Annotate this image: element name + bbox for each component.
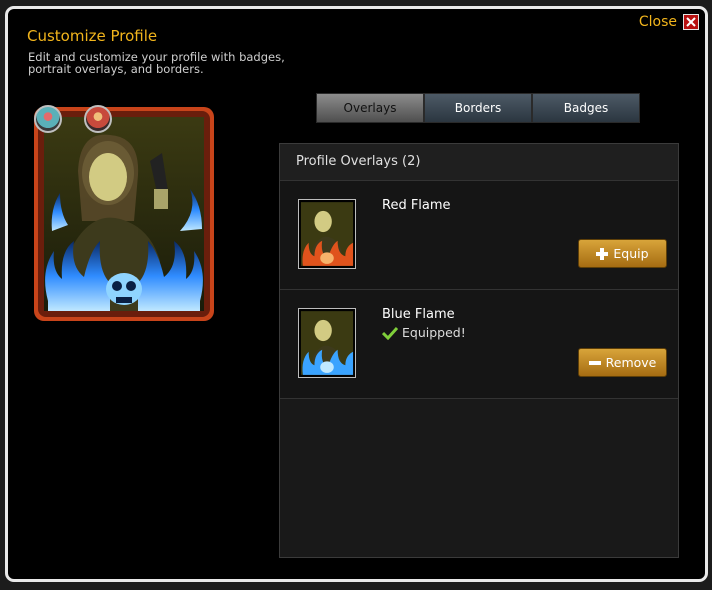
close-button[interactable]: Close	[639, 14, 699, 30]
overlay-name: Red Flame	[382, 198, 451, 213]
profile-portrait	[34, 107, 214, 321]
tab-borders[interactable]: Borders	[424, 93, 532, 123]
blue-flame-thumbnail	[298, 308, 356, 378]
remove-button[interactable]: Remove	[578, 348, 667, 377]
equipped-label: Equipped!	[402, 325, 466, 340]
tab-badges[interactable]: Badges	[532, 93, 640, 123]
close-label: Close	[638, 14, 677, 30]
checkmark-icon	[382, 326, 398, 340]
minus-icon	[588, 360, 601, 365]
plus-icon	[596, 247, 609, 260]
list-item: Red Flame Equip	[280, 181, 678, 290]
overlay-name: Blue Flame	[382, 307, 455, 322]
customize-profile-dialog: Customize Profile Edit and customize you…	[5, 6, 708, 582]
overlays-panel: Profile Overlays (2) Red Flame Equip Blu…	[279, 143, 679, 558]
panel-header: Profile Overlays (2)	[280, 144, 678, 181]
close-icon	[683, 14, 699, 30]
badge-icon[interactable]	[84, 105, 112, 133]
dialog-title: Customize Profile	[27, 27, 158, 45]
equip-button[interactable]: Equip	[578, 239, 667, 268]
equipped-status: Equipped!	[382, 325, 466, 340]
red-flame-thumbnail	[298, 199, 356, 269]
list-item: Blue Flame Equipped! Remove	[280, 290, 678, 399]
tab-bar: Overlays Borders Badges	[316, 93, 640, 123]
equip-button-label: Equip	[613, 246, 649, 261]
dialog-subtitle: Edit and customize your profile with bad…	[28, 50, 285, 76]
badge-icon[interactable]	[34, 105, 62, 133]
tab-overlays[interactable]: Overlays	[316, 93, 424, 123]
remove-button-label: Remove	[605, 355, 657, 370]
